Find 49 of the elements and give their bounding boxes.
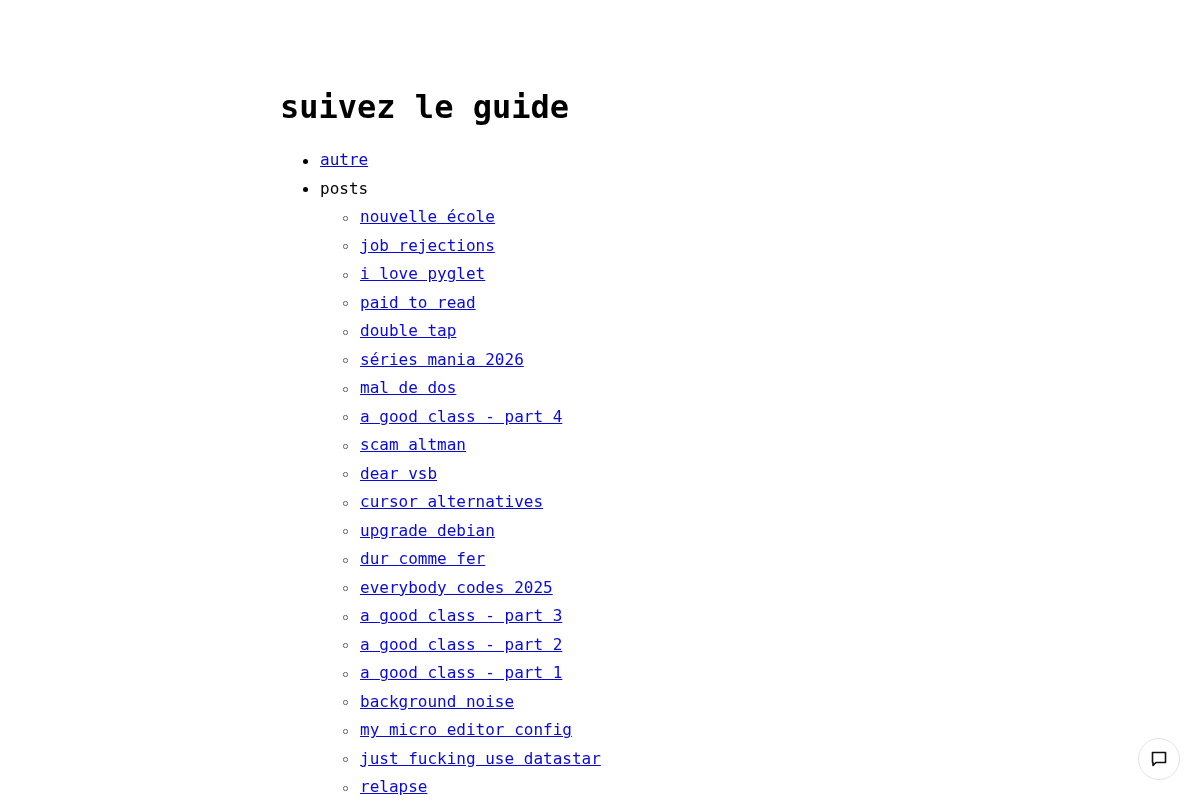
hollow-bullet-icon [343, 785, 348, 791]
section-label: posts [320, 177, 369, 200]
bullet-icon [303, 158, 308, 164]
hollow-bullet-icon [343, 386, 348, 392]
hollow-bullet-icon [343, 614, 348, 620]
hollow-bullet-icon [343, 757, 348, 763]
chat-icon [1151, 751, 1167, 767]
hollow-bullet-icon [343, 329, 348, 335]
chat-button[interactable] [1138, 738, 1180, 780]
hollow-bullet-icon [343, 472, 348, 478]
hollow-bullet-icon [343, 358, 348, 364]
post-link[interactable]: double tap [360, 317, 457, 346]
post-link[interactable]: a good class - part 4 [360, 402, 563, 432]
post-link[interactable]: just fucking use datastar [360, 744, 601, 774]
post-link[interactable]: everybody codes 2025 [360, 573, 553, 603]
hollow-bullet-icon [343, 728, 348, 734]
hollow-bullet-icon [343, 415, 348, 421]
post-link[interactable]: nouvelle école [360, 203, 495, 232]
hollow-bullet-icon [343, 244, 348, 250]
hollow-bullet-icon [343, 443, 348, 449]
post-link[interactable]: i love pyglet [360, 260, 486, 289]
post-link[interactable]: mal de dos [360, 374, 457, 403]
hollow-bullet-icon [343, 529, 348, 535]
hollow-bullet-icon [343, 301, 348, 307]
nav-link[interactable]: autre [320, 146, 369, 175]
post-link[interactable]: my micro editor config [360, 716, 572, 745]
hollow-bullet-icon [343, 586, 348, 592]
hollow-bullet-icon [343, 500, 348, 506]
post-link[interactable]: séries mania 2026 [360, 345, 524, 375]
page-title: suivez le guide [280, 88, 569, 127]
post-link[interactable]: upgrade debian [360, 516, 495, 546]
bullet-icon [303, 187, 308, 193]
hollow-bullet-icon [343, 557, 348, 563]
post-link[interactable]: cursor alternatives [360, 488, 544, 517]
hollow-bullet-icon [343, 671, 348, 677]
post-link[interactable]: a good class - part 2 [360, 630, 563, 660]
post-link[interactable]: job rejections [360, 231, 495, 261]
post-link[interactable]: dear vsb [360, 459, 438, 489]
hollow-bullet-icon [343, 643, 348, 649]
hollow-bullet-icon [343, 700, 348, 706]
post-link[interactable]: dur comme fer [360, 545, 486, 574]
hollow-bullet-icon [343, 272, 348, 278]
post-link[interactable]: paid to read [360, 288, 476, 318]
post-link[interactable]: a good class - part 1 [360, 659, 563, 688]
post-link[interactable]: a good class - part 3 [360, 602, 563, 631]
post-link[interactable]: scam altman [360, 431, 466, 460]
post-link[interactable]: background noise [360, 687, 515, 717]
hollow-bullet-icon [343, 215, 348, 221]
post-link[interactable]: relapse [360, 773, 428, 800]
